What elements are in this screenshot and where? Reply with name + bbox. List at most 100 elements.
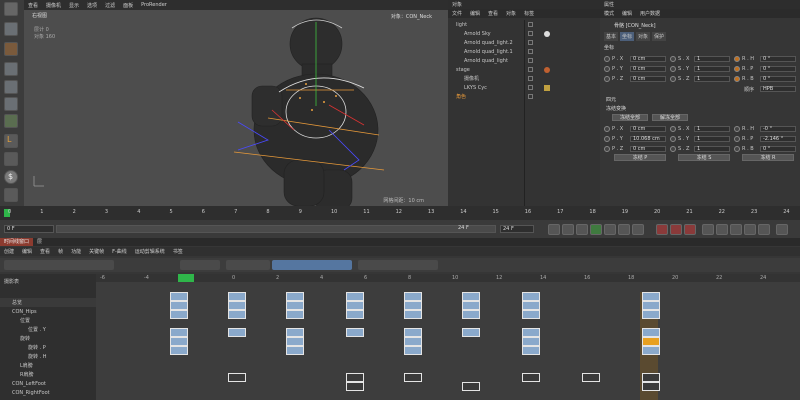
key-area[interactable]: -6-4-202468101214161820222426 xyxy=(96,274,800,400)
checker-icon[interactable] xyxy=(4,42,18,56)
keyframe-block[interactable] xyxy=(346,310,364,319)
fsz-field[interactable]: 1 xyxy=(694,146,730,152)
section-freeze[interactable]: 冻结变换 xyxy=(606,105,626,112)
stage-tag-icon[interactable] xyxy=(544,66,550,73)
keyframe-block[interactable] xyxy=(228,328,246,337)
section-quat[interactable]: 四元 xyxy=(606,96,616,103)
anim-dot[interactable] xyxy=(734,136,740,142)
freeze-r-button[interactable]: 冻结 R xyxy=(742,154,794,161)
visibility-checkbox[interactable] xyxy=(528,76,533,81)
keyframe-icon[interactable] xyxy=(684,224,696,235)
cube-icon[interactable] xyxy=(4,22,18,36)
keyframe-block[interactable] xyxy=(462,328,480,337)
fsy-field[interactable]: 1 xyxy=(694,136,730,142)
objects-menu-tags[interactable]: 标签 xyxy=(520,10,538,17)
viewport[interactable]: 右视图 层计 0 对象 160 对象：CON_Neck 网格间距：10 cm xyxy=(24,10,448,206)
keyframe-block[interactable] xyxy=(462,382,480,391)
keyframe-block[interactable] xyxy=(228,292,246,301)
keyframe-block[interactable] xyxy=(286,346,304,355)
keyframe-block[interactable] xyxy=(462,292,480,301)
objects-menu-file[interactable]: 文件 xyxy=(448,10,466,17)
curve-tools-group[interactable] xyxy=(226,260,270,270)
visibility-checkbox[interactable] xyxy=(528,94,533,99)
keyframe-block[interactable] xyxy=(642,310,660,319)
current-frame-field[interactable]: 0 F xyxy=(4,225,54,233)
freeze-p-button[interactable]: 冻结 P xyxy=(614,154,666,161)
grid-icon[interactable] xyxy=(4,188,18,202)
polygon-icon[interactable] xyxy=(4,80,18,94)
point-key-icon[interactable] xyxy=(758,224,770,235)
row-con-hips[interactable]: CON_Hips xyxy=(0,307,96,316)
tab-object[interactable]: 对象 xyxy=(636,32,651,41)
tab-layers[interactable]: 层 xyxy=(33,238,46,246)
keyframe-block[interactable] xyxy=(404,337,422,346)
keyframe-block[interactable] xyxy=(522,373,540,382)
anim-dot[interactable] xyxy=(734,56,740,62)
ds-menu-create[interactable]: 创建 xyxy=(0,248,18,255)
undo-icon[interactable] xyxy=(4,2,18,16)
anim-dot[interactable] xyxy=(670,56,676,62)
sky-tag-icon[interactable] xyxy=(544,30,550,37)
ds-menu-frame[interactable]: 帧 xyxy=(54,248,67,255)
tab-coord[interactable]: 坐标 xyxy=(620,32,635,41)
keyframe-block[interactable] xyxy=(642,301,660,310)
key-tools-group[interactable] xyxy=(4,260,114,270)
keyframe-block[interactable] xyxy=(642,373,660,382)
anim-dot[interactable] xyxy=(604,76,610,82)
keyframe-block[interactable] xyxy=(170,292,188,301)
ds-menu-function[interactable]: 功能 xyxy=(67,248,85,255)
keyframe-block[interactable] xyxy=(228,310,246,319)
keyframe-block[interactable] xyxy=(228,301,246,310)
anim-dot[interactable] xyxy=(604,66,610,72)
record-icon[interactable] xyxy=(656,224,668,235)
keyframe-block[interactable] xyxy=(170,346,188,355)
keyframe-block[interactable] xyxy=(642,382,660,391)
magnet-icon[interactable] xyxy=(4,152,18,166)
keyframe-block[interactable] xyxy=(346,373,364,382)
keyframe-block[interactable] xyxy=(346,301,364,310)
keyframe-block[interactable] xyxy=(404,346,422,355)
fsx-field[interactable]: 1 xyxy=(694,126,730,132)
ds-menu-motion[interactable]: 运动剪辑系统 xyxy=(131,248,169,255)
keyframe-block[interactable] xyxy=(582,373,600,382)
dollar-icon[interactable]: $ xyxy=(4,170,18,184)
move-key-icon[interactable] xyxy=(702,224,714,235)
attr-menu-mode[interactable]: 模式 xyxy=(600,10,618,17)
menu-prorender[interactable]: ProRender xyxy=(137,2,171,8)
keyframe-block[interactable] xyxy=(642,337,660,346)
pz-field[interactable]: 0 cm xyxy=(630,76,666,82)
rh-field[interactable]: 0 ° xyxy=(760,56,796,62)
goto-end-icon[interactable] xyxy=(632,224,644,235)
keyframe-block[interactable] xyxy=(286,292,304,301)
rp-field[interactable]: 0 ° xyxy=(760,66,796,72)
frp-field[interactable]: -2.146 ° xyxy=(760,136,796,142)
keyframe-block[interactable] xyxy=(286,310,304,319)
next-frame-icon[interactable] xyxy=(604,224,616,235)
frb-field[interactable]: 0 ° xyxy=(760,146,796,152)
visibility-checkbox[interactable] xyxy=(528,67,533,72)
dopesheet-playhead[interactable] xyxy=(178,274,194,282)
ds-menu-bookmark[interactable]: 书签 xyxy=(169,248,187,255)
lock-tools-group[interactable] xyxy=(358,260,438,270)
keyframe-block[interactable] xyxy=(404,373,422,382)
prev-key-icon[interactable] xyxy=(562,224,574,235)
px-field[interactable]: 0 cm xyxy=(630,56,666,62)
keyframe-block[interactable] xyxy=(642,346,660,355)
keyframe-block[interactable] xyxy=(642,292,660,301)
anim-dot[interactable] xyxy=(604,146,610,152)
anim-dot[interactable] xyxy=(604,136,610,142)
keyframe-block[interactable] xyxy=(346,292,364,301)
row-rotation-h[interactable]: 旋转 . H xyxy=(0,352,96,361)
row-rotation[interactable]: 旋转 xyxy=(0,334,96,343)
keyframe-block[interactable] xyxy=(170,310,188,319)
objects-menu-view[interactable]: 查看 xyxy=(484,10,502,17)
timeline-menu-icon[interactable] xyxy=(776,224,788,235)
anim-dot[interactable] xyxy=(670,126,676,132)
autokey-icon[interactable] xyxy=(670,224,682,235)
goto-start-icon[interactable] xyxy=(548,224,560,235)
row-r-shoulder[interactable]: R肩膀 xyxy=(0,370,96,379)
anim-dot[interactable] xyxy=(670,146,676,152)
keyframe-block[interactable] xyxy=(522,301,540,310)
row-left-foot[interactable]: CON_LeftFoot xyxy=(0,379,96,388)
freeze-s-button[interactable]: 冻结 S xyxy=(678,154,730,161)
